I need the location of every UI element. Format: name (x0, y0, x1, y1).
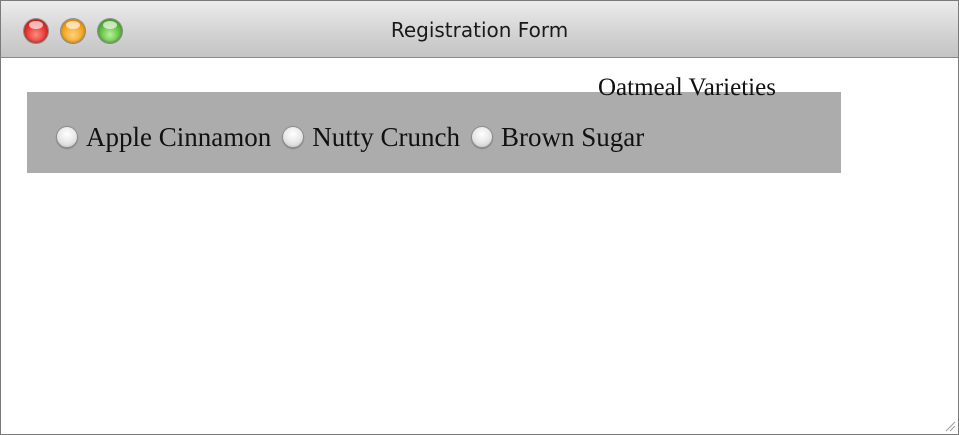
title-bar[interactable]: Registration Form (1, 1, 958, 58)
resize-grip-icon[interactable] (944, 420, 956, 432)
radio-group: Apple Cinnamon Nutty Crunch Brown Sugar (56, 119, 655, 155)
window-title: Registration Form (390, 18, 569, 42)
option-label: Nutty Crunch (312, 121, 460, 152)
option-label: Apple Cinnamon (86, 121, 272, 152)
radio-button[interactable] (282, 126, 305, 148)
option-brown-sugar[interactable]: Brown Sugar (470, 121, 645, 153)
radio-button[interactable] (56, 126, 78, 148)
option-apple-cinnamon[interactable]: Apple Cinnamon (56, 122, 271, 153)
option-nutty-crunch[interactable]: Nutty Crunch (282, 122, 460, 153)
fieldset-legend: Oatmeal Varieties (598, 74, 776, 101)
option-label: Brown Sugar (500, 121, 645, 152)
radio-button[interactable] (470, 126, 493, 148)
browser-window: Registration Form Oatmeal Varieties Appl… (0, 0, 959, 435)
